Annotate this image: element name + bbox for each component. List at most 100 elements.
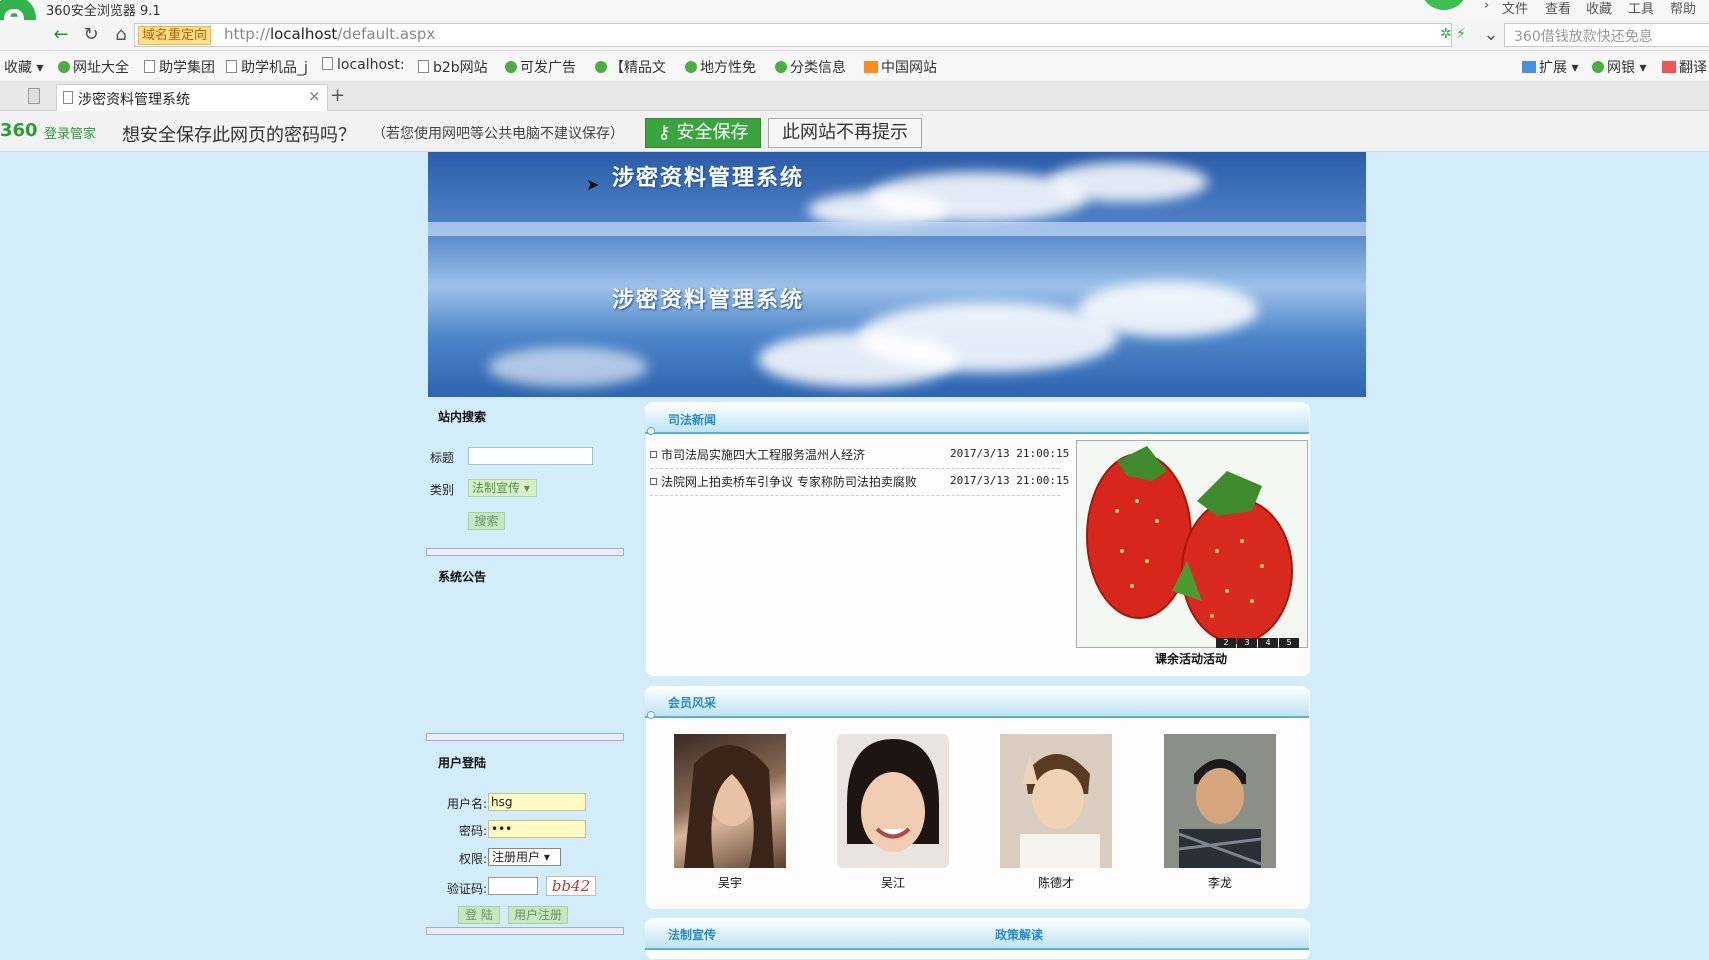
menu-file[interactable]: 文件 [1502,0,1528,17]
news-item-date: 2017/3/13 21:00:15 [950,447,1070,460]
site-icon [505,61,517,73]
pager-page[interactable]: 4 [1258,638,1278,648]
refresh-icon[interactable]: ↻ [80,24,102,46]
news-title-text: 市司法局实施四大工程服务温州人经济 [661,448,866,462]
site-icon [864,61,878,73]
redirect-badge[interactable]: 域名重定向 [138,26,212,45]
news-item-date: 2017/3/13 21:00:15 [950,474,1070,487]
menu-chevron-icon[interactable]: › [1484,0,1489,13]
bookmark-item[interactable]: localhost: [322,57,405,73]
url-text[interactable]: http://localhost/default.aspx [224,25,435,43]
tab-list-icon[interactable] [28,88,40,104]
url-path: /default.aspx [337,25,436,43]
bookmark-item[interactable]: 助学机品_j [226,57,308,77]
bookmark-item[interactable]: 分类信息 [775,57,846,77]
search-button[interactable]: 搜索 [468,512,505,530]
safe-save-button[interactable]: ⚷ 安全保存 [645,118,761,148]
photo-caption: 课余活动活动 [1154,652,1227,666]
bullet-icon [650,478,657,485]
bookmark-item[interactable]: 中国网站 [864,57,937,77]
member-name: 陈德才 [1037,876,1074,890]
site-icon [685,61,697,73]
save-password-question: 想安全保存此网页的密码吗？ [122,125,356,146]
new-tab-icon[interactable]: + [330,85,345,106]
menu-tools[interactable]: 工具 [1628,0,1654,17]
news-panel-header [645,402,1309,434]
pager-page[interactable]: 5 [1279,638,1299,648]
notice-heading: 系统公告 [438,570,487,584]
member-photo[interactable] [674,734,786,868]
captcha-input[interactable] [488,877,538,895]
bookmark-item[interactable]: 地方性免 [685,57,756,77]
cloud-decoration [1048,162,1208,202]
never-prompt-button[interactable]: 此网站不再提示 [768,118,922,148]
site-banner: 涉密资料管理系统 涉密资料管理系统 [428,152,1366,397]
home-icon[interactable]: ⌂ [110,24,132,46]
brand-login-manager: 登录管家 [44,127,97,142]
menu-view[interactable]: 查看 [1545,0,1571,17]
bullet-icon [650,451,657,458]
section-divider [426,733,624,741]
menu-help[interactable]: 帮助 [1670,0,1696,17]
member-photo[interactable] [1164,734,1276,868]
login-button[interactable]: 登 陆 [458,906,500,924]
search-engine-placeholder: 360借钱放款快还免息 [1514,29,1653,45]
member-name: 吴宇 [717,876,742,890]
bookmark-item[interactable]: 【精品文 [595,57,666,77]
key-icon: ⚷ [657,122,671,143]
document-icon [322,57,333,70]
security-icon[interactable]: ✲ ⚡ [1440,26,1466,42]
tab-close-icon[interactable]: × [308,87,321,105]
netbank-button[interactable]: 网银 ▾ [1592,57,1646,77]
dropdown-chevron-icon[interactable]: ⌄ [1480,24,1502,46]
bookmark-favorites[interactable]: 收藏 ▾ [4,57,43,77]
back-arrow-icon[interactable]: ← [50,24,72,46]
section-divider [426,548,624,556]
bookmark-label: 助学机品_j [241,60,308,76]
bookmark-label: 助学集团 [159,60,215,76]
category-select[interactable]: 法制宣传 ▾ [468,479,537,497]
news-heading: 司法新闻 [668,413,717,427]
document-icon [226,60,237,73]
strawberry-image [1086,446,1293,644]
search-heading: 站内搜索 [438,410,487,424]
username-input[interactable]: hsg [488,793,586,811]
title-search-input[interactable] [468,447,593,465]
bookmark-label: 中国网站 [881,60,937,76]
register-button[interactable]: 用户注册 [508,906,568,924]
brand-360: 360 [0,120,38,141]
bookmark-item[interactable]: 可发广告 [505,57,576,77]
bookmark-item[interactable]: b2b网站 [418,57,488,77]
site-icon [775,61,787,73]
activity-photo[interactable] [1076,440,1308,648]
member-photo[interactable] [1000,734,1112,868]
site-icon [58,61,70,73]
member-portrait [684,745,774,868]
netbank-label: 网银 [1607,60,1635,76]
news-item-title[interactable]: 市司法局实施四大工程服务温州人经济 [650,446,865,463]
bookmark-label: 网址大全 [73,60,129,76]
menu-favorites[interactable]: 收藏 [1586,0,1612,17]
extensions-label: 扩展 [1539,60,1567,76]
pager-page[interactable]: 2 [1216,638,1236,648]
bookmark-item[interactable]: 网址大全 [58,57,129,77]
bottom-panel-header [645,918,1309,950]
username-label: 用户名: [447,797,488,811]
bookmark-item[interactable]: 助学集团 [144,57,215,77]
password-input[interactable]: ••• [488,820,586,838]
document-icon [144,60,155,73]
extensions-button[interactable]: 扩展 ▾ [1522,57,1578,77]
bookmark-label: 【精品文 [610,60,666,76]
captcha-image[interactable]: bb42 [546,876,596,896]
extensions-icon [1522,61,1536,73]
tab-title: 涉密资料管理系统 [78,92,190,108]
member-photo[interactable] [837,734,949,868]
bookmark-label: 收藏 [4,60,32,76]
captcha-label: 验证码: [447,882,488,896]
role-select[interactable]: 注册用户 ▾ [488,848,561,866]
news-item-title[interactable]: 法院网上拍卖桥车引争议 专家称防司法拍卖腐败 [650,473,917,490]
members-heading: 会员风采 [668,696,717,710]
pager-page[interactable]: 3 [1237,638,1257,648]
document-icon [418,60,429,73]
translate-button[interactable]: 翻译 [1662,57,1707,77]
